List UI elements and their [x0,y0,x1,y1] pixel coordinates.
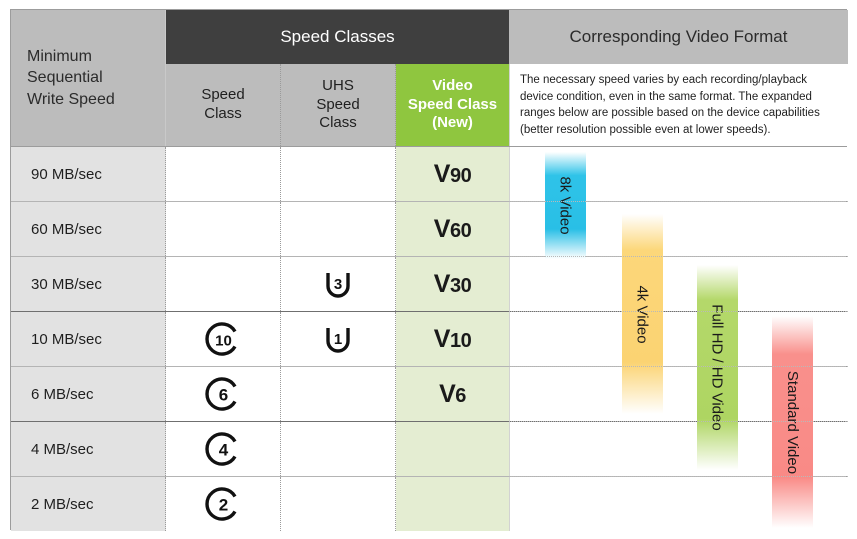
table-row: 90 MB/sec V90 [11,146,848,201]
cell-video-speed-class: V90 [396,147,509,201]
video-format-row-separator [509,421,848,422]
cell-video-format [509,257,848,311]
video-class-v: V [439,379,456,408]
table-row: 60 MB/sec V60 [11,201,848,256]
speed-class-6-icon: 6 [205,376,241,412]
row-min-write-speed: 10 MB/sec [11,312,166,366]
table-row: 10 MB/sec 10 1 V10 [11,311,848,366]
cell-speed-class: 2 [166,477,281,531]
subheader-video-speed-class: Video Speed Class (New) [396,64,509,146]
cell-video-format [509,202,848,256]
subheader-speed-class-label: Speed Class [201,86,245,122]
subheader-speed-class: Speed Class [166,64,281,146]
cell-video-speed-class [396,477,509,531]
video-class-number: 60 [449,219,472,242]
svg-text:6: 6 [219,386,228,405]
svg-text:4: 4 [219,441,229,460]
uhs-speed-class-3-icon: 3 [321,267,355,301]
cell-video-format [509,147,848,201]
speed-class-table: Minimum Sequential Write Speed Speed Class… [10,9,848,531]
video-speed-class-badge: V30 [433,269,472,299]
cell-uhs-speed-class [281,477,396,531]
video-format-row-separator [509,311,848,312]
cell-speed-class: 6 [166,367,281,421]
video-format-row-separator [509,476,848,477]
cell-video-format [509,367,848,421]
cell-video-format [509,422,848,476]
header-min-sequential-write-speed: Minimum Sequential Write Speed [11,10,166,146]
svg-text:3: 3 [334,276,342,293]
cell-video-speed-class: V10 [396,312,509,366]
row-min-write-speed: 30 MB/sec [11,257,166,311]
table-header: Minimum Sequential Write Speed Speed Class… [11,10,848,146]
cell-video-speed-class: V60 [396,202,509,256]
table-body: 90 MB/sec V90 60 MB/sec V60 30 MB/sec 3 V30 10 … [11,146,848,531]
header-corresponding-video-format: Corresponding Video Format [509,10,848,64]
table-row: 4 MB/sec 4 [11,421,848,476]
table-row: 30 MB/sec 3 V30 [11,256,848,311]
cell-uhs-speed-class [281,422,396,476]
svg-text:1: 1 [334,331,342,348]
row-min-write-speed: 4 MB/sec [11,422,166,476]
cell-video-format [509,312,848,366]
cell-uhs-speed-class: 3 [281,257,396,311]
svg-text:2: 2 [219,496,228,515]
cell-speed-class [166,257,281,311]
row-min-write-speed: 60 MB/sec [11,202,166,256]
video-class-number: 30 [449,274,472,297]
cell-speed-class: 10 [166,312,281,366]
video-class-number: 6 [455,384,466,407]
row-min-write-speed: 90 MB/sec [11,147,166,201]
video-format-row-separator [509,256,848,257]
speed-class-2-icon: 2 [205,486,241,522]
table-row: 6 MB/sec 6 V6 [11,366,848,421]
uhs-speed-class-1-icon: 1 [321,322,355,356]
video-class-v: V [433,159,451,188]
cell-speed-class [166,202,281,256]
header-speed-classes: Speed Classes [166,10,509,64]
video-speed-class-badge: V10 [433,324,472,354]
video-format-row-separator [509,201,848,202]
cell-speed-class: 4 [166,422,281,476]
header-min-speed-label: Minimum Sequential Write Speed [27,48,115,108]
row-min-write-speed: 6 MB/sec [11,367,166,421]
subheader-uhs-speed-class: UHS Speed Class [281,64,396,146]
cell-video-speed-class: V30 [396,257,509,311]
cell-uhs-speed-class [281,147,396,201]
cell-video-format [509,477,848,531]
cell-uhs-speed-class [281,367,396,421]
video-class-number: 10 [449,329,472,352]
cell-video-speed-class: V6 [396,367,509,421]
cell-speed-class [166,147,281,201]
svg-text:10: 10 [215,333,232,350]
video-class-v: V [433,214,451,243]
row-min-write-speed: 2 MB/sec [11,477,166,531]
speed-class-4-icon: 4 [205,431,241,467]
video-speed-class-badge: V60 [433,214,472,244]
subheader-uhs-speed-class-label: UHS Speed Class [316,76,360,132]
video-format-description: The necessary speed varies by each recor… [509,64,848,146]
video-class-number: 90 [449,164,472,187]
video-class-v: V [433,324,451,353]
subheader-video-speed-class-label: Video Speed Class (New) [407,76,498,132]
video-format-row-separator [509,366,848,367]
cell-uhs-speed-class [281,202,396,256]
video-speed-class-badge: V6 [439,380,466,409]
cell-video-speed-class [396,422,509,476]
table-row: 2 MB/sec 2 [11,476,848,531]
cell-uhs-speed-class: 1 [281,312,396,366]
video-speed-class-badge: V90 [433,159,472,189]
video-class-v: V [433,269,451,298]
speed-class-10-icon: 10 [205,321,241,357]
